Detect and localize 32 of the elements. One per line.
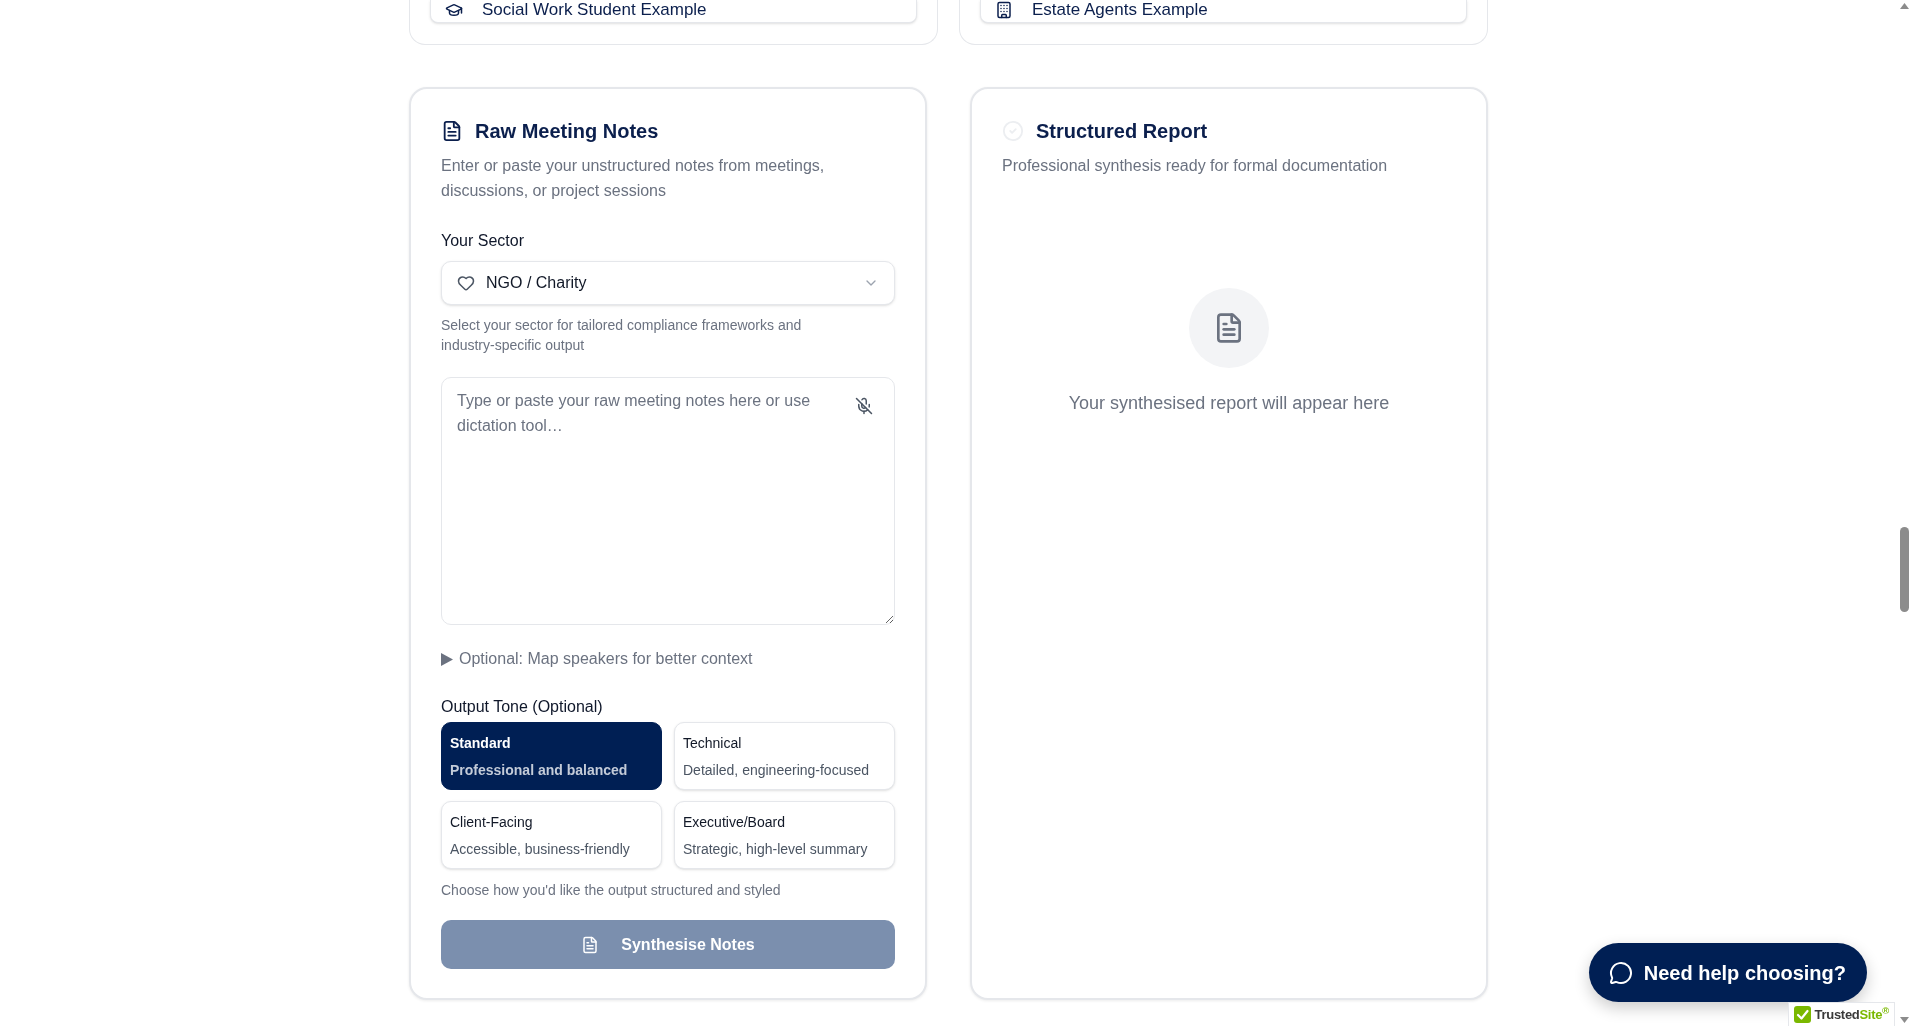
notes-field[interactable]: Type or paste your raw meeting notes here or use dictation tool… [441,377,895,625]
field-hint: Choose how you'd like the output structured and styled [441,881,782,900]
field-label: Output Tone (Optional) [441,697,604,717]
scroll-up-arrow-icon[interactable] [1900,3,1909,9]
example-button[interactable]: Social Work Student Example [430,0,917,23]
heart-icon [457,274,475,292]
example-button[interactable]: Estate Agents Example [980,0,1467,23]
scroll-down-arrow-icon[interactable] [1900,1017,1909,1023]
document-icon [441,120,463,142]
tone-option[interactable]: Technical Detailed, engineering-focused [674,722,895,790]
tone-option[interactable]: Executive/Board Strategic, high-level summary [674,801,895,869]
checkmark-icon [1793,1006,1811,1023]
chat-bubble-icon [1608,960,1633,985]
scrollbar-thumb[interactable] [1900,527,1909,612]
tone-option[interactable]: Client-Facing Accessible, business-friendly [441,801,662,869]
tone-option[interactable]: Standard Professional and balanced [441,722,662,790]
panel-description: Enter or paste your unstructured notes from meetings, discussions, or project sessions [441,156,826,201]
document-icon [581,935,600,954]
sector-select[interactable]: NGO / Charity [441,261,895,305]
speaker-mapping-toggle[interactable]: Optional: Map speakers for better context [441,647,753,671]
field-label: Your Sector [441,231,525,251]
building-icon [995,1,1013,19]
badge-label: TrustedSite$^{®}$ [1814,1005,1889,1024]
empty-state-message: Your synthesised report will appear here [1068,392,1390,415]
graduation-cap-icon [445,1,463,19]
trust-badge[interactable]: TrustedSite$^{®}$ [1787,1002,1895,1026]
help-chat-button[interactable]: Need help choosing? [1588,943,1867,1002]
panel-title: Structured Report [1036,119,1208,144]
panel-title: Raw Meeting Notes [475,119,659,144]
panel-description: Professional synthesis ready for formal documentation [1002,156,1389,176]
field-hint: Select your sector for tailored compliance frameworks and industry-specific output [441,316,803,355]
mic-off-icon[interactable] [855,397,873,415]
